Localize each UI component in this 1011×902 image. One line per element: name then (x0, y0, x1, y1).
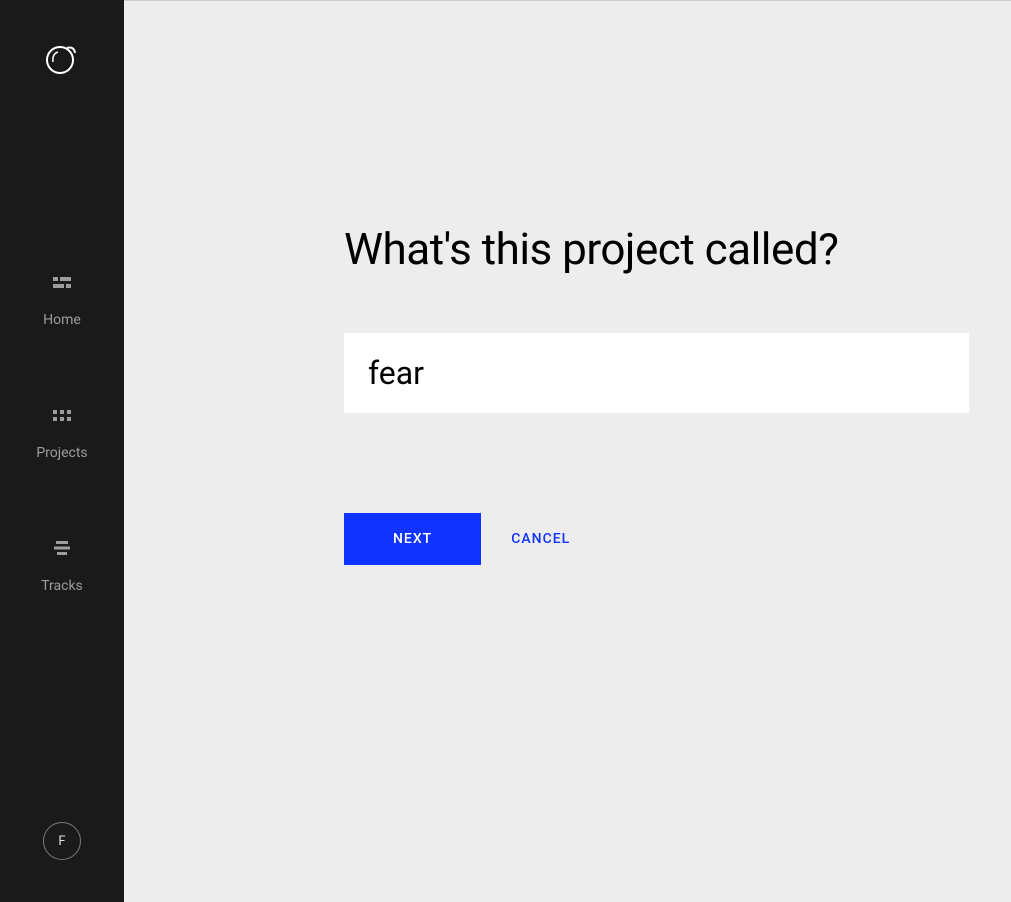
project-name-input[interactable] (344, 333, 969, 413)
nav-label: Home (43, 312, 81, 328)
grid-icon (50, 403, 74, 427)
cancel-button[interactable]: CANCEL (511, 531, 570, 547)
page-title: What's this project called? (344, 223, 969, 275)
list-icon (50, 536, 74, 560)
nav-list: Home Projects (36, 270, 87, 822)
nav-label: Tracks (41, 578, 83, 594)
nav-label: Projects (36, 445, 87, 461)
avatar-initial: F (58, 834, 65, 849)
avatar[interactable]: F (43, 822, 81, 860)
dashboard-icon (50, 270, 74, 294)
form-container: What's this project called? NEXT CANCEL (344, 223, 969, 565)
nav-item-projects[interactable]: Projects (36, 403, 87, 461)
next-button[interactable]: NEXT (344, 513, 481, 565)
button-row: NEXT CANCEL (344, 513, 969, 565)
nav-item-home[interactable]: Home (43, 270, 81, 328)
main-content: What's this project called? NEXT CANCEL (124, 0, 1011, 902)
nav-item-tracks[interactable]: Tracks (41, 536, 83, 594)
sidebar: Home Projects (0, 0, 124, 902)
app-logo[interactable] (44, 40, 80, 80)
